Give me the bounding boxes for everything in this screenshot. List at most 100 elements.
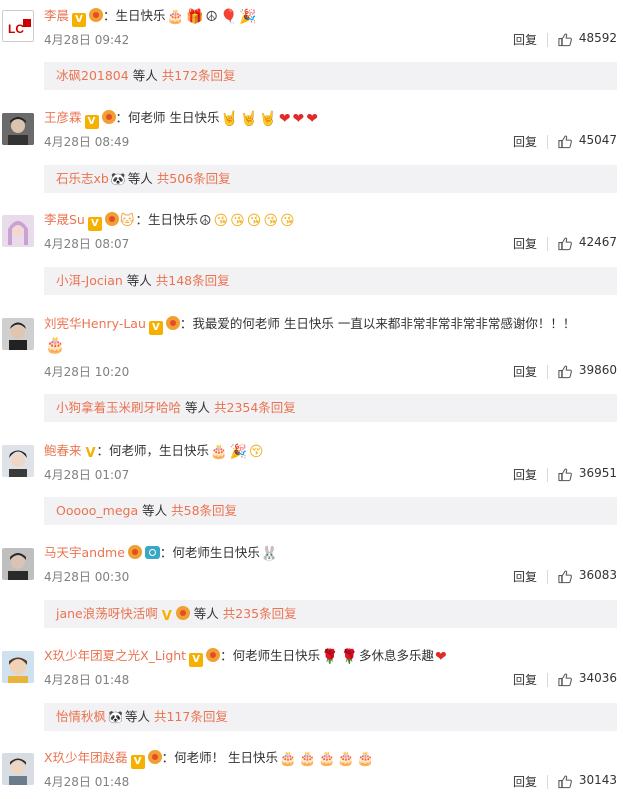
reply-count[interactable]: 共58条回复 [171,503,237,518]
like-button[interactable]: 34036 [557,671,617,689]
kiss-face-icon: 😘 [213,213,229,229]
reply-count[interactable]: 共235条回复 [223,606,297,621]
reply-button[interactable]: 回复 [513,235,537,252]
fan-badge-icon [165,316,180,330]
username[interactable]: 李晨 [44,8,69,23]
reply-thread-summary[interactable]: 小洱-Jocian 等人 共148条回复 [44,267,617,295]
verified-icon: V [189,653,204,667]
kiss-face-icon: 😘 [230,213,245,229]
like-button[interactable]: 30143 [557,773,617,791]
reply-user[interactable]: 小洱-Jocian [56,273,123,288]
cake-icon: 🎂 [279,751,297,767]
reply-user[interactable]: 冰砜201804 [56,68,129,83]
username[interactable]: X玖少年团赵磊 [44,750,128,765]
party-popper-icon: 🎉 [239,9,257,25]
cat-badge-icon: 🐱 [119,213,135,229]
comment-text: ：生日快乐 [135,212,198,227]
reply-count[interactable]: 共117条回复 [154,709,228,724]
like-count: 48592 [578,31,617,45]
comment-text: ：何老师 生日快乐 [115,110,220,125]
reply-thread-summary[interactable]: 怡情秋枫 🐼 等人 共117条回复 [44,703,617,731]
avatar[interactable] [2,548,34,580]
divider [547,468,548,482]
balloon-icon: 🎈 [219,9,238,25]
reply-button[interactable]: 回复 [513,773,537,790]
party-popper-icon: 🎉 [229,444,247,460]
divider [547,673,548,687]
reply-thread-summary[interactable]: Ooooo_mega 等人 共58条回复 [44,497,617,525]
reply-user[interactable]: 石乐志xb [56,171,109,186]
reply-thread-summary[interactable]: jane浪荡呀快活啊 V 等人 共235条回复 [44,600,617,628]
reply-suffix: 等人 [126,273,152,288]
thumbs-up-icon [557,32,573,47]
reply-button[interactable]: 回复 [513,31,537,48]
panda-icon: 🐼 [108,710,123,724]
comment-body: 李晟Su V 🐱：生日快乐☮ 😘 😘 😘 😘 😘 [44,210,617,231]
reply-user[interactable]: 小狗拿着玉米刷牙哈哈 [56,400,181,415]
like-button[interactable]: 42467 [557,235,617,253]
comment-date: 4月28日 00:30 [44,570,130,584]
reply-count[interactable]: 共2354条回复 [214,400,296,415]
comment-text: ：何老师！ 生日快乐 [161,750,279,765]
kissing-face-icon: 😚 [248,444,264,460]
avatar[interactable] [2,215,34,247]
reply-button[interactable]: 回复 [513,671,537,688]
username[interactable]: 王彦霖 [44,110,82,125]
comment-body: 王彦霖 V ：何老师 生日快乐🤘 🤘 🤘 ❤ ❤ ❤ [44,108,617,129]
avatar[interactable]: LC [2,10,34,42]
fan-badge-icon [101,110,116,124]
verified-icon: V [148,321,163,335]
username[interactable]: 刘宪华Henry-Lau [44,316,146,331]
comment-text-continued: 多休息多乐趣 [358,648,434,663]
gift-icon: 🎁 [185,9,204,25]
comment-date: 4月28日 01:48 [44,775,130,789]
like-button[interactable]: 45047 [557,133,617,151]
reply-suffix: 等人 [185,400,211,415]
reply-suffix: 等人 [193,606,219,621]
reply-user[interactable]: jane浪荡呀快活啊 [56,606,158,621]
fan-badge-icon [104,212,119,226]
fan-badge-icon [175,606,190,620]
reply-user[interactable]: 怡情秋枫 [56,709,106,724]
like-button[interactable]: 36951 [557,466,617,484]
reply-count[interactable]: 共148条回复 [156,273,230,288]
like-count: 30143 [578,773,617,787]
fan-badge-icon [206,648,221,662]
cake-icon: 🎂 [298,751,316,767]
rose-icon: 🌹 [321,649,339,665]
like-count: 34036 [578,671,617,685]
peace-icon: ☮ [198,213,212,229]
bunny-face-icon: 🐰 [260,546,279,562]
reply-thread-summary[interactable]: 小狗拿着玉米刷牙哈哈 等人 共2354条回复 [44,394,617,422]
username[interactable]: 鲍春来 [44,443,82,458]
kiss-face-icon: 😘 [246,213,262,229]
reply-thread-summary[interactable]: 冰砜201804 等人 共172条回复 [44,62,617,90]
username[interactable]: X玖少年团夏之光X_Light [44,648,186,663]
like-button[interactable]: 39860 [557,363,617,381]
like-button[interactable]: 36083 [557,568,617,586]
reply-suffix: 等人 [132,68,158,83]
reply-user[interactable]: Ooooo_mega [56,503,138,518]
avatar[interactable] [2,753,34,785]
comment-text: ：何老师，生日快乐 [96,443,210,458]
avatar[interactable] [2,318,34,350]
verified-icon: V [87,217,102,231]
avatar[interactable] [2,651,34,683]
reply-button[interactable]: 回复 [513,363,537,380]
reply-count[interactable]: 共506条回复 [157,171,231,186]
reply-button[interactable]: 回复 [513,133,537,150]
reply-button[interactable]: 回复 [513,568,537,585]
reply-thread-summary[interactable]: 石乐志xb 🐼 等人 共506条回复 [44,165,617,193]
like-button[interactable]: 48592 [557,31,617,49]
avatar[interactable] [2,445,34,477]
divider [547,135,548,149]
avatar[interactable] [2,113,34,145]
username[interactable]: 李晟Su [44,212,85,227]
comment-date: 4月28日 09:42 [44,33,130,47]
thumbs-up-icon [557,672,573,687]
reply-count[interactable]: 共172条回复 [162,68,236,83]
heart-icon: ❤ [434,649,447,665]
verified-icon: V [161,609,172,624]
username[interactable]: 马天宇andme [44,545,125,560]
reply-button[interactable]: 回复 [513,466,537,483]
